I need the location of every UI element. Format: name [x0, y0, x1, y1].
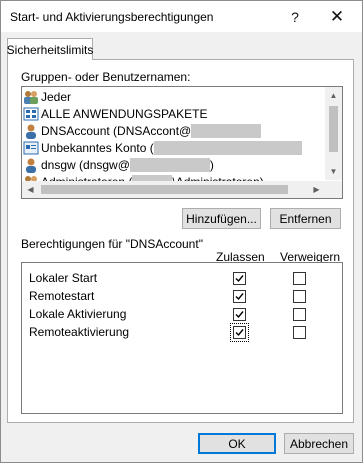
app-packages-icon	[23, 106, 39, 122]
scroll-left-icon[interactable]: ◀	[22, 181, 39, 198]
tab-security-limits[interactable]: Sicherheitslimits	[7, 38, 93, 60]
user-icon	[23, 123, 39, 139]
list-item[interactable]: Jeder	[22, 88, 312, 105]
checkmark-icon	[235, 311, 244, 319]
list-item-label: ALLE ANWENDUNGSPAKETE	[41, 106, 208, 121]
remove-button[interactable]: Entfernen	[270, 208, 341, 229]
checkmark-icon	[235, 329, 244, 337]
redacted-text	[191, 123, 262, 138]
users-listbox[interactable]: Jeder ALLE ANWENDUNGSPAKETE DNSAccount (…	[21, 86, 343, 199]
scroll-thumb[interactable]	[329, 106, 338, 152]
title-bar: Start- und Aktivierungsberechtigungen ? …	[1, 1, 362, 32]
user-icon	[23, 157, 39, 173]
permission-label: Remoteaktivierung	[29, 325, 130, 339]
deny-checkbox[interactable]	[293, 272, 306, 285]
permission-row: Lokale Aktivierung	[22, 305, 340, 323]
allow-checkbox[interactable]	[230, 323, 249, 342]
permissions-list: Lokaler Start Remotestart Lokale Aktivie…	[21, 262, 343, 414]
allow-checkbox[interactable]	[233, 290, 246, 303]
window-title: Start- und Aktivierungsberechtigungen	[10, 10, 214, 24]
group-icon	[23, 89, 39, 105]
dialog-window: Start- und Aktivierungsberechtigungen ? …	[0, 0, 363, 463]
ok-button[interactable]: OK	[198, 433, 276, 454]
checkmark-icon	[235, 293, 244, 301]
redacted-text	[129, 157, 210, 172]
permission-label: Lokaler Start	[29, 271, 98, 285]
scroll-thumb[interactable]	[41, 185, 288, 194]
groups-label: Gruppen- oder Benutzernamen:	[21, 70, 191, 84]
allow-checkbox[interactable]	[233, 308, 246, 321]
list-item-label: Jeder	[41, 89, 72, 104]
deny-checkbox[interactable]	[293, 326, 306, 339]
scroll-up-icon[interactable]: ▲	[325, 87, 342, 104]
add-button[interactable]: Hinzufügen...	[182, 208, 261, 229]
scroll-right-icon[interactable]: ▶	[308, 181, 325, 198]
permission-label: Lokale Aktivierung	[29, 307, 127, 321]
close-button[interactable]: ✕	[317, 1, 357, 32]
permissions-label: Berechtigungen für "DNSAccount"	[21, 237, 203, 251]
vertical-scrollbar[interactable]: ▲ ▼	[325, 87, 342, 180]
list-item[interactable]: ALLE ANWENDUNGSPAKETE	[22, 105, 312, 122]
list-item[interactable]: Unbekanntes Konto (	[22, 139, 312, 156]
help-button[interactable]: ?	[275, 1, 315, 32]
list-item-label: Unbekanntes Konto (	[41, 140, 154, 155]
permission-row: Remotestart	[22, 287, 340, 305]
list-item[interactable]: dnsgw (dnsgw@ )	[22, 156, 312, 173]
allow-checkbox[interactable]	[233, 272, 246, 285]
permission-label: Remotestart	[29, 289, 95, 303]
cancel-button[interactable]: Abbrechen	[284, 433, 354, 454]
checkmark-icon	[235, 275, 244, 283]
tab-panel: Gruppen- oder Benutzernamen: Jeder ALLE …	[7, 59, 354, 423]
redacted-text	[153, 140, 302, 155]
list-item[interactable]: DNSAccount (DNSAccont@	[22, 122, 312, 139]
deny-checkbox[interactable]	[293, 290, 306, 303]
list-item-label: dnsgw (dnsgw@	[41, 157, 130, 172]
scroll-down-icon[interactable]: ▼	[325, 163, 342, 180]
unknown-account-icon	[23, 140, 39, 156]
list-item-label: DNSAccount (DNSAccont@	[41, 123, 192, 138]
scrollbar-corner	[325, 181, 342, 198]
permission-row: Lokaler Start	[22, 269, 340, 287]
deny-checkbox[interactable]	[293, 308, 306, 321]
horizontal-scrollbar[interactable]: ◀ ▶	[22, 181, 325, 198]
list-item-suffix: )	[209, 157, 214, 172]
permission-row: Remoteaktivierung	[22, 323, 340, 342]
